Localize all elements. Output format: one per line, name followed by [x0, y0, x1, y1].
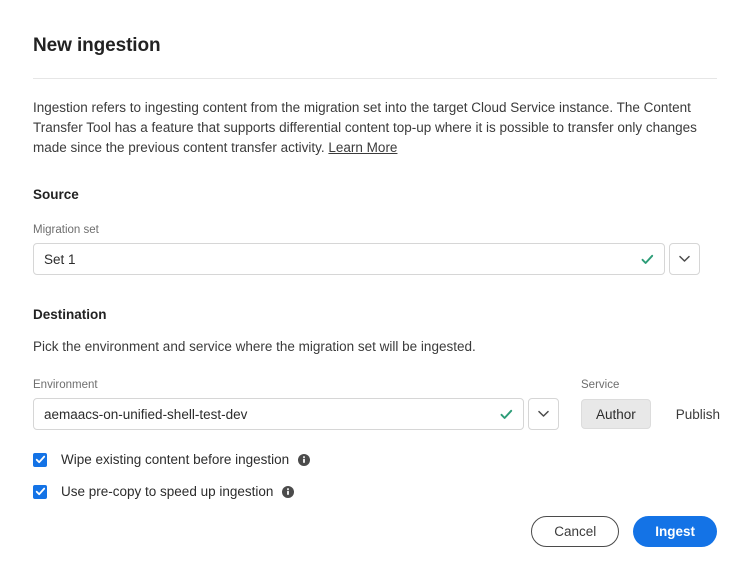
intro-paragraph: Ingestion refers to ingesting content fr… — [33, 98, 715, 158]
use-pre-copy-label: Use pre-copy to speed up ingestion — [61, 484, 274, 499]
environment-row: aemaacs-on-unified-shell-test-dev — [33, 398, 559, 430]
wipe-existing-content-checkbox[interactable] — [33, 452, 47, 467]
migration-set-label: Migration set — [33, 224, 99, 236]
new-ingestion-dialog: New ingestion Ingestion refers to ingest… — [0, 0, 750, 580]
option-row-use-pre-copy: Use pre-copy to speed up ingestion — [33, 484, 717, 499]
environment-dropdown-button[interactable] — [528, 398, 559, 430]
learn-more-link[interactable]: Learn More — [328, 140, 397, 155]
info-icon[interactable] — [282, 485, 295, 498]
environment-value: aemaacs-on-unified-shell-test-dev — [44, 406, 248, 422]
option-row-wipe-existing-content: Wipe existing content before ingestion — [33, 452, 717, 467]
service-label: Service — [581, 379, 620, 391]
environment-field-group: Environment aemaacs-on-unified-shell-tes… — [33, 379, 559, 430]
use-pre-copy-checkbox[interactable] — [33, 484, 47, 499]
page-title: New ingestion — [33, 35, 161, 56]
service-toggle-group: Author Publish — [581, 398, 735, 430]
checkmark-icon — [35, 487, 45, 496]
chevron-down-icon — [679, 250, 690, 268]
dialog-footer: Cancel Ingest — [531, 516, 717, 547]
migration-set-dropdown-button[interactable] — [669, 243, 700, 275]
source-section: Source Migration set Set 1 — [33, 187, 717, 275]
destination-heading: Destination — [33, 307, 107, 322]
ingest-button[interactable]: Ingest — [633, 516, 717, 547]
checkmark-icon — [500, 408, 513, 421]
service-option-publish[interactable]: Publish — [661, 399, 735, 429]
info-icon[interactable] — [298, 453, 311, 466]
checkmark-icon — [641, 253, 654, 266]
checkmark-icon — [35, 455, 45, 464]
destination-fields-row: Environment aemaacs-on-unified-shell-tes… — [33, 379, 720, 430]
environment-input[interactable]: aemaacs-on-unified-shell-test-dev — [33, 398, 524, 430]
migration-set-value: Set 1 — [44, 251, 76, 267]
cancel-button[interactable]: Cancel — [531, 516, 620, 547]
source-heading: Source — [33, 187, 79, 202]
environment-label: Environment — [33, 379, 98, 391]
destination-description: Pick the environment and service where t… — [33, 339, 476, 354]
destination-section: Destination Pick the environment and ser… — [33, 307, 720, 430]
migration-set-input[interactable]: Set 1 — [33, 243, 665, 275]
service-option-author[interactable]: Author — [581, 399, 651, 429]
wipe-existing-content-label: Wipe existing content before ingestion — [61, 452, 290, 467]
service-field-group: Service Author Publish — [581, 379, 735, 430]
header-divider — [33, 78, 717, 79]
migration-set-row: Set 1 — [33, 243, 717, 275]
chevron-down-icon — [538, 405, 549, 423]
